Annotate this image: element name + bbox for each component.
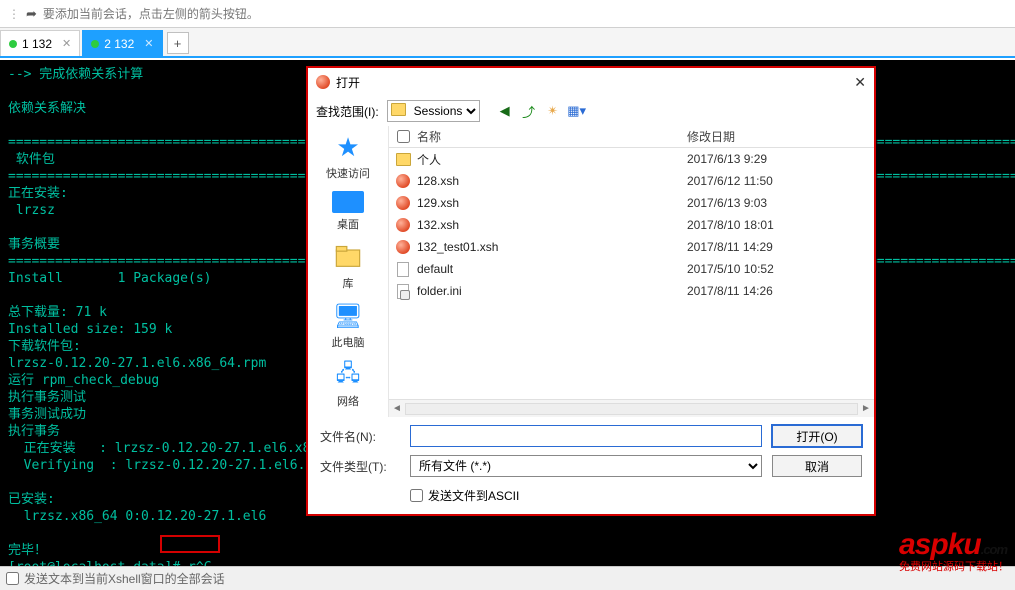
watermark: aspku.com 免费网站源码下载站！: [899, 528, 1009, 574]
file-list-header: 名称 修改日期: [389, 126, 874, 148]
arrow-icon: ➦: [26, 6, 37, 22]
close-icon[interactable]: ✕: [854, 74, 866, 91]
place-label: 此电脑: [332, 334, 365, 350]
tab-close-icon[interactable]: ✕: [62, 37, 71, 50]
status-dot-icon: [91, 40, 99, 48]
xsh-icon: [396, 240, 410, 254]
file-row[interactable]: 132.xsh2017/8/10 18:01: [389, 214, 874, 236]
file-row[interactable]: default2017/5/10 10:52: [389, 258, 874, 280]
file-date: 2017/6/12 11:50: [687, 174, 874, 188]
dialog-titlebar: 打开 ✕: [308, 68, 874, 96]
file-row[interactable]: 132_test01.xsh2017/8/11 14:29: [389, 236, 874, 258]
tab-label: 2 132: [104, 37, 134, 51]
file-date: 2017/8/10 18:01: [687, 218, 874, 232]
app-icon: [316, 75, 330, 89]
file-name: folder.ini: [417, 284, 687, 298]
file-row[interactable]: folder.ini2017/8/11 14:26: [389, 280, 874, 302]
new-folder-icon[interactable]: ✴: [544, 102, 562, 120]
place-lib[interactable]: 库: [313, 242, 383, 291]
broadcast-checkbox[interactable]: [6, 572, 19, 585]
file-date: 2017/6/13 9:03: [687, 196, 874, 210]
file-name: 128.xsh: [417, 174, 687, 188]
file-name: 个人: [417, 151, 687, 168]
filename-label: 文件名(N):: [320, 428, 400, 445]
folder-icon: [396, 153, 411, 166]
file-date: 2017/8/11 14:26: [687, 284, 874, 298]
place-pc[interactable]: 🖥此电脑: [313, 301, 383, 350]
back-icon[interactable]: ◀: [496, 102, 514, 120]
session-tab[interactable]: 1 132 ✕: [0, 30, 80, 56]
new-tab-button[interactable]: +: [167, 32, 189, 54]
session-tab[interactable]: 2 132 ✕: [82, 30, 162, 56]
ascii-checkbox[interactable]: [410, 489, 423, 502]
tab-bar: 1 132 ✕ 2 132 ✕ +: [0, 28, 1015, 58]
xsh-icon: [396, 218, 410, 232]
file-date: 2017/5/10 10:52: [687, 262, 874, 276]
open-button[interactable]: 打开(O): [772, 425, 862, 447]
cancel-button[interactable]: 取消: [772, 455, 862, 477]
file-list[interactable]: 个人2017/6/13 9:29128.xsh2017/6/12 11:5012…: [389, 148, 874, 399]
look-in-row: 查找范围(I): Sessions ◀ ⤴ ✴ ▦▾: [308, 96, 874, 126]
filetype-label: 文件类型(T):: [320, 458, 400, 475]
folder-icon: [391, 103, 406, 116]
ascii-label: 发送文件到ASCII: [428, 487, 519, 504]
file-list-pane: 名称 修改日期 个人2017/6/13 9:29128.xsh2017/6/12…: [388, 126, 874, 417]
place-label: 桌面: [337, 216, 359, 232]
place-label: 库: [343, 275, 354, 291]
place-desk[interactable]: 桌面: [313, 191, 383, 232]
dialog-title: 打开: [336, 74, 360, 91]
place-quick[interactable]: ★快速访问: [313, 132, 383, 181]
file-name: 132_test01.xsh: [417, 240, 687, 254]
txt-icon: [397, 262, 409, 277]
look-in-label: 查找范围(I):: [316, 103, 379, 120]
xsh-icon: [396, 196, 410, 210]
place-net[interactable]: 🖧网络: [313, 360, 383, 409]
file-row[interactable]: 个人2017/6/13 9:29: [389, 148, 874, 170]
file-name: 132.xsh: [417, 218, 687, 232]
hint-bar: ⋮ ➦ 要添加当前会话，点击左侧的箭头按钮。: [0, 0, 1015, 28]
place-label: 快速访问: [326, 165, 370, 181]
filetype-select[interactable]: 所有文件 (*.*): [410, 455, 762, 477]
status-bar: 发送文本到当前Xshell窗口的全部会话: [0, 566, 1015, 590]
places-bar: ★快速访问桌面库 🖥此电脑 🖧网络: [308, 126, 388, 417]
file-name: 129.xsh: [417, 196, 687, 210]
file-row[interactable]: 129.xsh2017/6/13 9:03: [389, 192, 874, 214]
view-menu-icon[interactable]: ▦▾: [568, 102, 586, 120]
status-text: 发送文本到当前Xshell窗口的全部会话: [24, 570, 225, 587]
hint-text: 要添加当前会话，点击左侧的箭头按钮。: [43, 5, 259, 22]
tab-close-icon[interactable]: ✕: [144, 37, 153, 50]
file-row[interactable]: 128.xsh2017/6/12 11:50: [389, 170, 874, 192]
horizontal-scrollbar[interactable]: ◄►: [389, 399, 874, 417]
col-date[interactable]: 修改日期: [687, 128, 874, 145]
file-date: 2017/8/11 14:29: [687, 240, 874, 254]
hint-grip: ⋮: [8, 7, 20, 21]
col-name[interactable]: 名称: [417, 128, 687, 145]
ini-icon: [397, 284, 409, 299]
file-name: default: [417, 262, 687, 276]
status-dot-icon: [9, 40, 17, 48]
tab-label: 1 132: [22, 37, 52, 51]
open-dialog: 打开 ✕ 查找范围(I): Sessions ◀ ⤴ ✴ ▦▾ ★快速访问桌面库…: [306, 66, 876, 516]
file-date: 2017/6/13 9:29: [687, 152, 874, 166]
place-label: 网络: [337, 393, 359, 409]
xsh-icon: [396, 174, 410, 188]
filename-input[interactable]: [410, 425, 762, 447]
select-all-checkbox[interactable]: [397, 130, 410, 143]
up-icon[interactable]: ⤴: [520, 102, 538, 120]
